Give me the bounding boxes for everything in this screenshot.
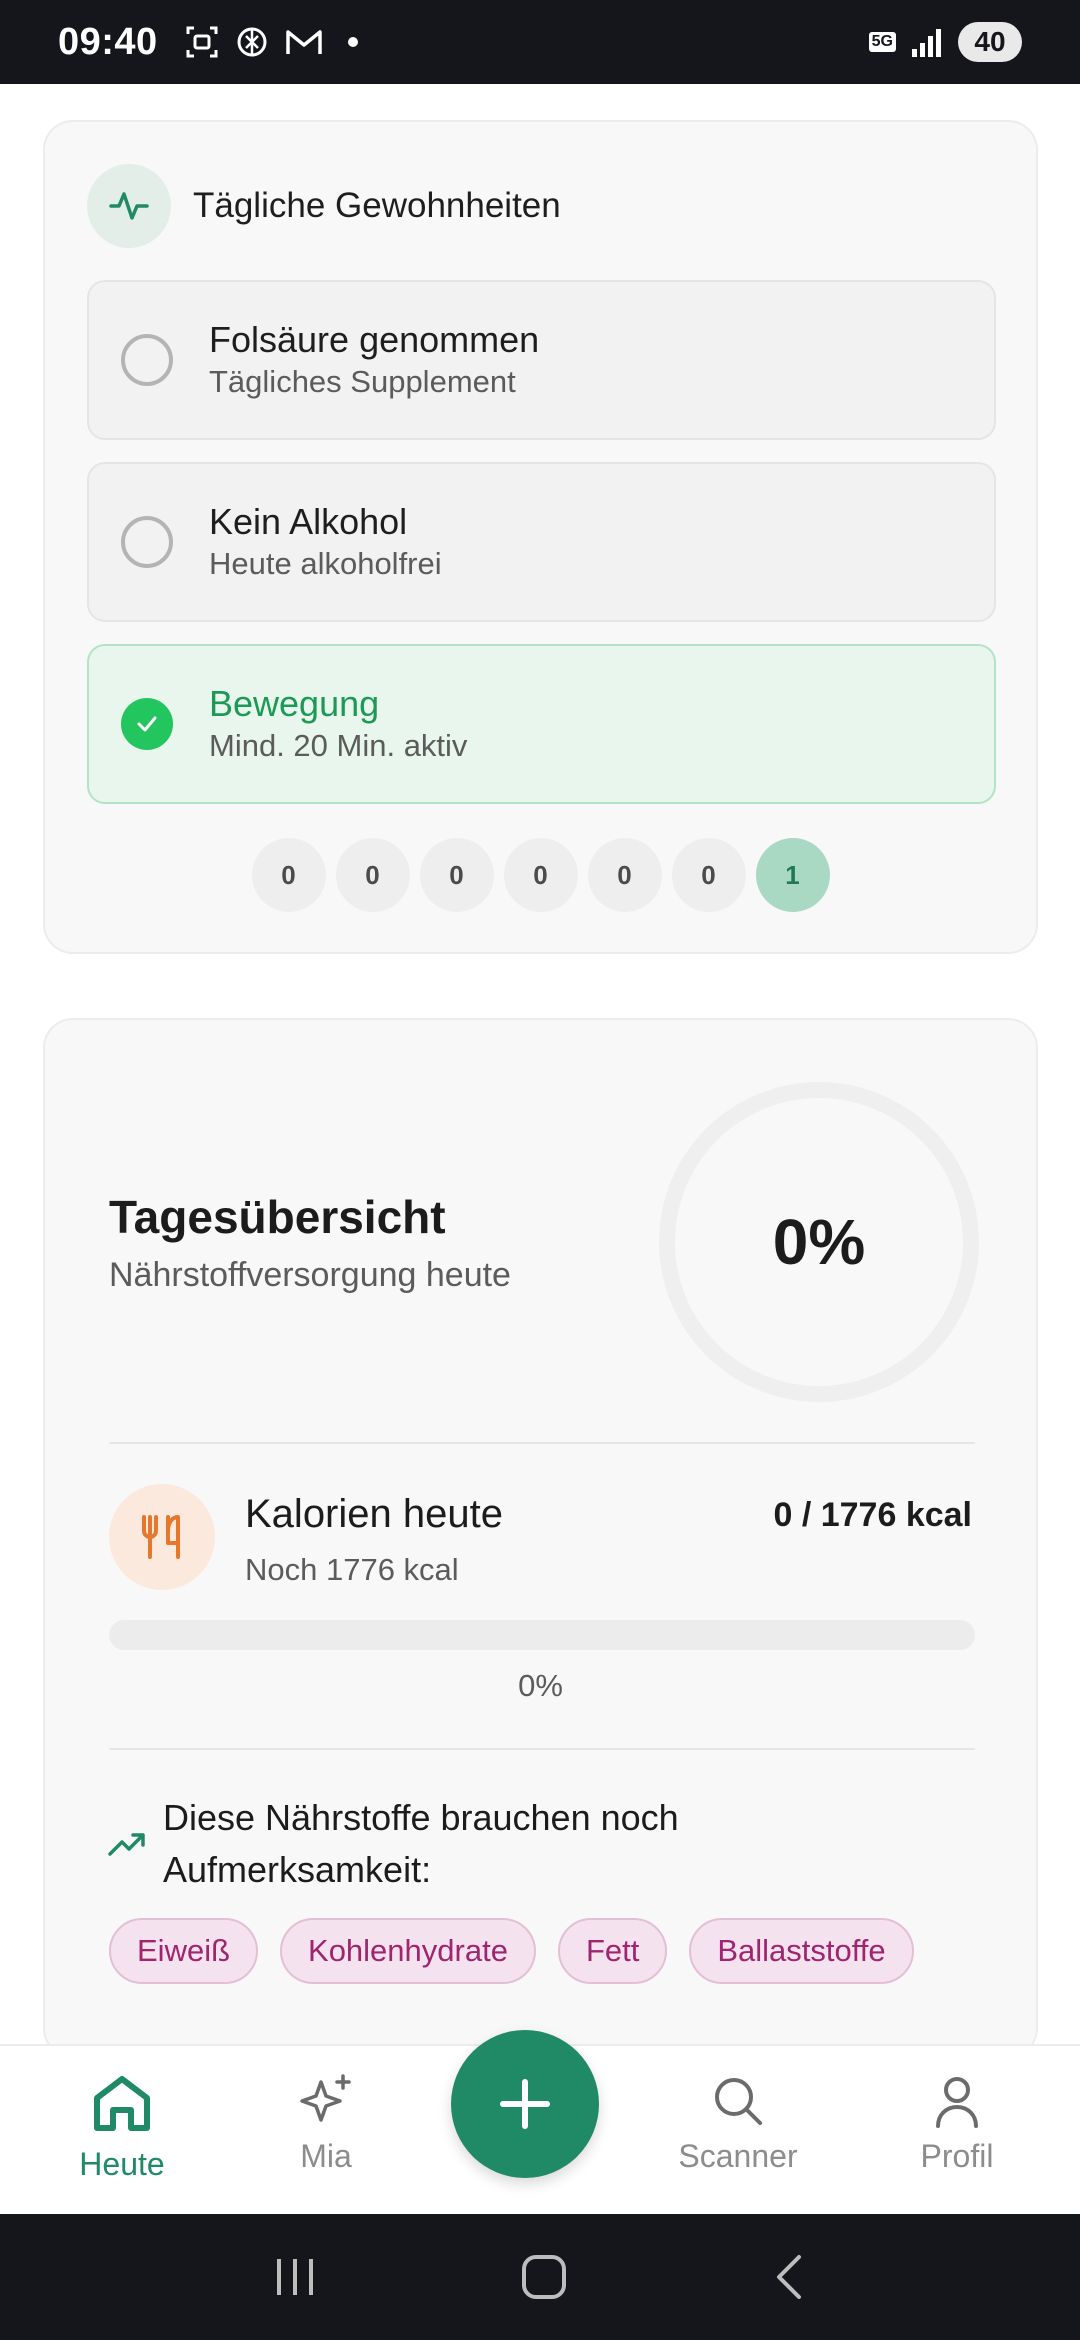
home-icon — [94, 2076, 150, 2131]
weekly-streak: 0 0 0 0 0 0 1 — [45, 838, 1036, 912]
overview-subtitle: Nährstoffversorgung heute — [109, 1256, 511, 1294]
nav-label: Profil — [920, 2138, 994, 2174]
home-button-icon[interactable] — [520, 2253, 568, 2301]
plus-icon — [500, 2079, 550, 2129]
streak-day: 0 — [587, 838, 662, 912]
habit-subtitle: Heute alkoholfrei — [209, 546, 442, 581]
nutrient-chip[interactable]: Eiweiß — [109, 1918, 259, 1984]
calories-title: Kalorien heute — [245, 1492, 503, 1536]
nutrient-chip[interactable]: Kohlenhydrate — [280, 1918, 536, 1984]
calories-progress-label: 0% — [518, 1668, 563, 1703]
utensils-icon — [109, 1484, 215, 1590]
habits-title: Tägliche Gewohnheiten — [193, 186, 561, 225]
streak-day: 0 — [503, 838, 578, 912]
chatgpt-icon — [237, 27, 267, 57]
notification-icons — [184, 24, 358, 60]
overview-title: Tagesübersicht — [109, 1191, 446, 1243]
network-type: 5G — [868, 32, 896, 52]
streak-day: 0 — [671, 838, 746, 912]
nav-item-profil[interactable]: Profil — [877, 2070, 1037, 2175]
habit-item-exercise[interactable]: Bewegung Mind. 20 Min. aktiv — [87, 644, 996, 804]
sparkles-icon — [300, 2074, 351, 2122]
screenshot-icon — [186, 26, 218, 58]
habit-title: Kein Alkohol — [209, 501, 408, 542]
habit-subtitle: Mind. 20 Min. aktiv — [209, 728, 468, 763]
activity-icon — [87, 164, 171, 248]
add-button[interactable] — [451, 2030, 599, 2178]
back-icon[interactable] — [769, 2253, 809, 2301]
streak-day: 0 — [251, 838, 326, 912]
recent-apps-icon[interactable] — [271, 2255, 319, 2299]
search-icon — [715, 2078, 762, 2125]
trending-up-icon — [108, 1833, 145, 1856]
status-time: 09:40 — [58, 20, 158, 63]
calories-progress-bar — [109, 1620, 975, 1650]
habit-checkbox[interactable] — [121, 516, 173, 568]
nutrient-chips: Eiweiß Kohlenhydrate Fett Ballaststoffe — [109, 1918, 914, 1984]
streak-day: 0 — [419, 838, 494, 912]
divider — [109, 1442, 975, 1444]
habit-checkbox[interactable] — [121, 334, 173, 386]
nav-item-mia[interactable]: Mia — [246, 2070, 406, 2175]
calories-value: 0 / 1776 kcal — [773, 1496, 972, 1534]
nutrient-chip[interactable]: Ballaststoffe — [689, 1918, 914, 1984]
nav-item-scanner[interactable]: Scanner — [658, 2070, 818, 2175]
system-navigation-bar — [0, 2214, 1080, 2340]
attention-text: Diese Nährstoffe brauchen noch Aufmerksa… — [163, 1797, 679, 1890]
check-icon[interactable] — [121, 698, 173, 750]
nutrient-chip[interactable]: Fett — [557, 1918, 668, 1984]
nav-label: Heute — [79, 2146, 165, 2182]
calories-remaining: Noch 1776 kcal — [245, 1552, 459, 1587]
habit-item-no-alcohol[interactable]: Kein Alkohol Heute alkoholfrei — [87, 462, 996, 622]
nav-item-heute[interactable]: Heute — [42, 2070, 202, 2183]
streak-day: 0 — [335, 838, 410, 912]
user-icon — [936, 2077, 978, 2128]
more-notifications-dot — [347, 37, 358, 47]
habits-header: Tägliche Gewohnheiten — [87, 164, 561, 248]
streak-day-today: 1 — [755, 838, 830, 912]
habit-title: Bewegung — [209, 683, 380, 724]
gmail-icon — [285, 30, 322, 54]
nav-label: Scanner — [678, 2138, 798, 2174]
habit-item-folic-acid[interactable]: Folsäure genommen Tägliches Supplement — [87, 280, 996, 440]
status-bar: 09:40 5G 40 — [0, 0, 1080, 84]
ring-value: 0% — [772, 1206, 866, 1278]
divider — [109, 1748, 975, 1750]
habit-title: Folsäure genommen — [209, 319, 540, 360]
signal-icon — [912, 29, 941, 57]
daily-overview-card: Tagesübersicht Nährstoffversorgung heute… — [43, 1018, 1038, 2058]
nutrient-progress-ring: 0% — [659, 1082, 979, 1402]
battery-indicator: 40 — [958, 22, 1022, 62]
daily-habits-card: Tägliche Gewohnheiten Folsäure genommen … — [43, 120, 1038, 954]
habit-subtitle: Tägliches Supplement — [209, 364, 516, 399]
nav-label: Mia — [300, 2138, 352, 2174]
